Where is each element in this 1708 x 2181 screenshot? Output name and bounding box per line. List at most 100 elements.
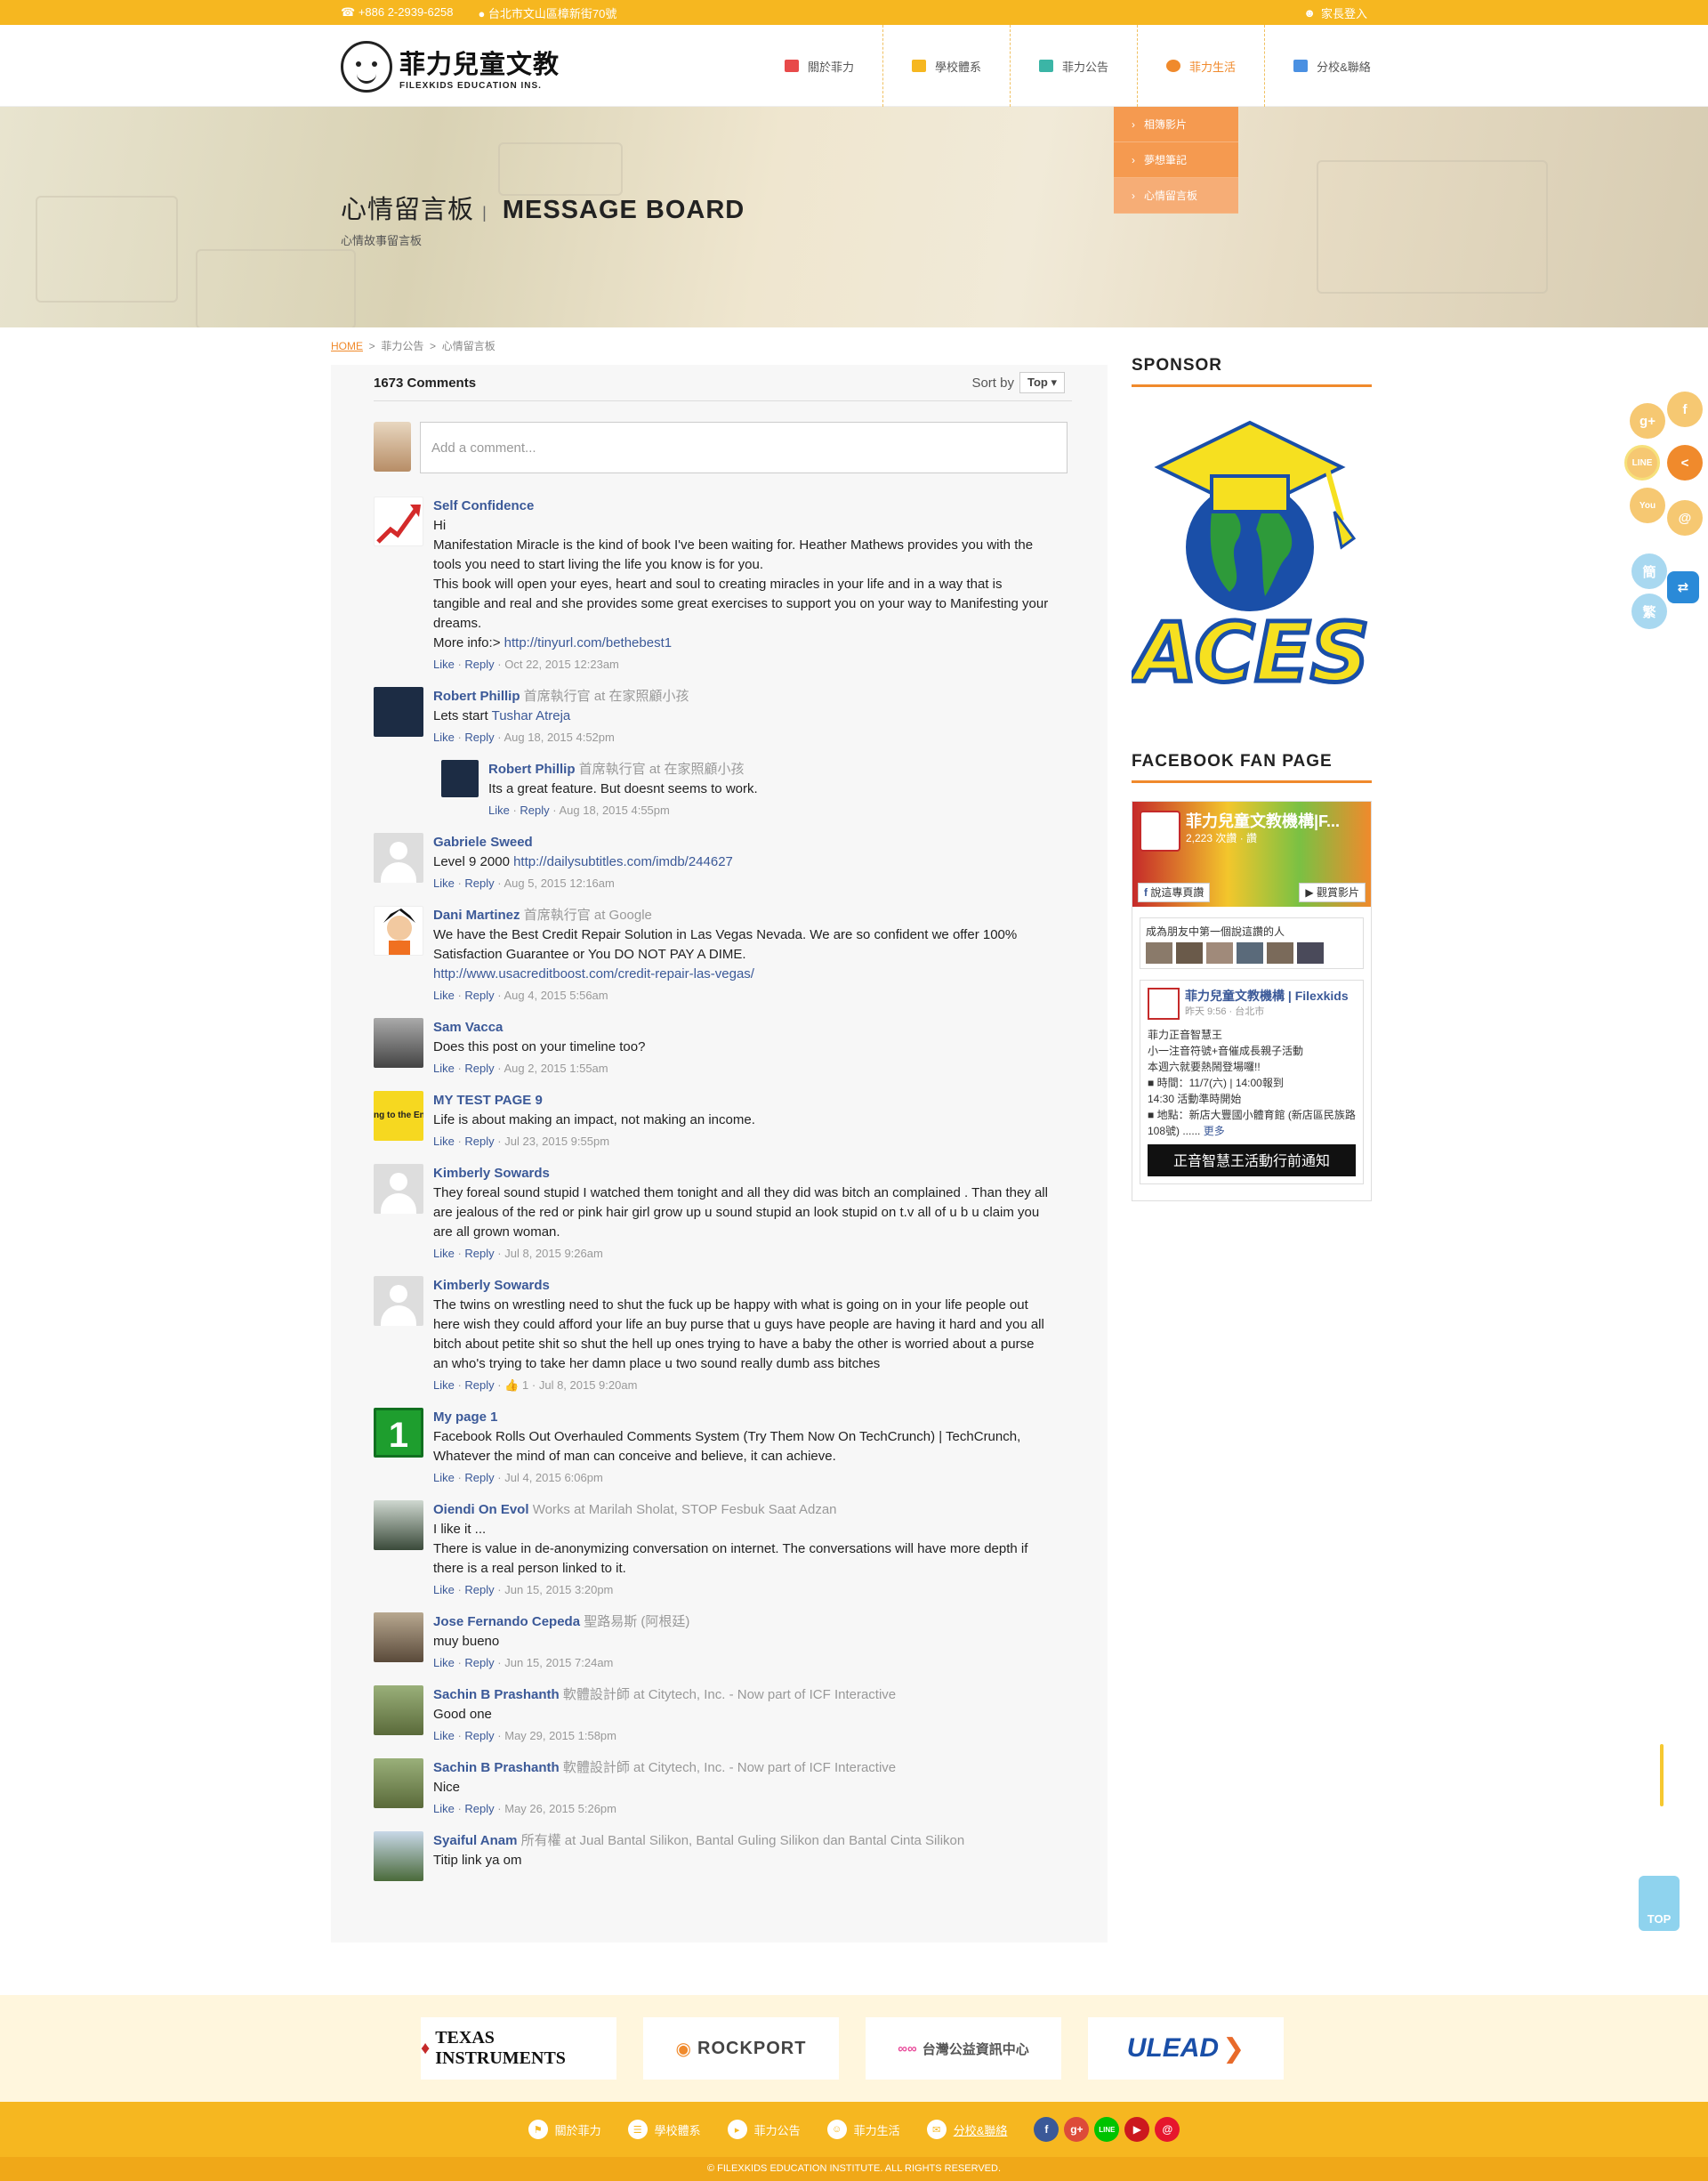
comment-author[interactable]: Gabriele Sweed (433, 833, 1050, 852)
aces-logo[interactable]: ACES (1126, 414, 1372, 716)
share-toggle-button[interactable]: < (1667, 445, 1703, 481)
fb-more-link[interactable]: 更多 (1204, 1125, 1225, 1137)
add-comment-input[interactable]: Add a comment... (420, 422, 1068, 473)
reply-link[interactable]: Reply (464, 1062, 494, 1075)
comment-item: Dani Martinez 首席執行官 at Google We have th… (374, 906, 1050, 1006)
reply-link[interactable]: Reply (520, 804, 549, 817)
google-plus-share-button[interactable]: g+ (1630, 403, 1665, 439)
avatar: 1 (374, 1408, 423, 1458)
lang-simplified-button[interactable]: 簡 (1631, 553, 1667, 589)
nav-schools[interactable]: 學校體系 (883, 25, 1011, 107)
reply-link[interactable]: Reply (464, 731, 494, 744)
back-to-top-button[interactable]: TOP (1639, 1876, 1680, 1931)
rockport-logo[interactable]: ◉ ROCKPORT (643, 2017, 839, 2080)
comment-author[interactable]: MY TEST PAGE 9 (433, 1091, 1050, 1111)
comment-date: May 26, 2015 5:26pm (504, 1802, 616, 1815)
avatar: ng to the En (374, 1091, 423, 1141)
comment-author[interactable]: Syaiful Anam (433, 1833, 517, 1848)
reply-link[interactable]: Reply (464, 1656, 494, 1669)
weibo-share-button[interactable]: @ (1667, 500, 1703, 536)
comment-author[interactable]: Sachin B Prashanth (433, 1687, 560, 1702)
like-link[interactable]: Like (433, 876, 455, 890)
line-link[interactable]: LINE (1094, 2117, 1120, 2142)
facebook-link[interactable]: f (1034, 2117, 1059, 2142)
reply-link[interactable]: Reply (464, 1583, 494, 1596)
comment-author[interactable]: Robert Phillip (488, 762, 576, 777)
breadcrumb-home[interactable]: HOME (331, 340, 363, 352)
avatar (374, 1164, 423, 1214)
like-link[interactable]: Like (433, 1802, 455, 1815)
sort-select[interactable]: Top ▾ (1019, 372, 1065, 393)
comment-author[interactable]: My page 1 (433, 1408, 1050, 1427)
lang-traditional-button[interactable]: 繁 (1631, 594, 1667, 629)
google-plus-link[interactable]: g+ (1064, 2117, 1090, 2142)
comment-author[interactable]: Sam Vacca (433, 1018, 1050, 1038)
texas-instruments-logo[interactable]: ♦ TEXAS INSTRUMENTS (421, 2017, 616, 2080)
nav-contact[interactable]: 分校&聯絡 (1265, 25, 1399, 107)
like-link[interactable]: Like (433, 1378, 455, 1392)
weibo-link[interactable]: @ (1155, 2117, 1180, 2142)
nav-label: 菲力公告 (1062, 60, 1109, 74)
footer-about[interactable]: ⚑ 關於菲力 (528, 2120, 601, 2139)
comment-item: Sam Vacca Does this post on your timelin… (374, 1018, 1050, 1078)
like-link[interactable]: Like (433, 658, 455, 671)
comment-link[interactable]: http://dailysubtitles.com/imdb/244627 (513, 854, 733, 869)
like-link[interactable]: Like (433, 1583, 455, 1596)
reply-link[interactable]: Reply (464, 876, 494, 890)
footer-contact[interactable]: ✉ 分校&聯絡 (926, 2120, 1007, 2139)
comment-author[interactable]: Kimberly Sowards (433, 1276, 1050, 1296)
like-link[interactable]: Like (433, 1062, 455, 1075)
parent-login-link[interactable]: ☻ 家長登入 (1303, 0, 1367, 25)
comment-link[interactable]: http://www.usacreditboost.com/credit-rep… (433, 966, 754, 981)
mention-link[interactable]: Tushar Atreja (492, 708, 571, 723)
reply-link[interactable]: Reply (464, 1471, 494, 1484)
dropdown-item-dream-notes[interactable]: › 夢想筆記 (1114, 142, 1238, 178)
youtube-link[interactable]: ▶ (1124, 2117, 1150, 2142)
nav-about[interactable]: 關於菲力 (756, 25, 884, 107)
fb-video-button[interactable]: ▶ 觀賞影片 (1299, 883, 1366, 902)
comment-author[interactable]: Sachin B Prashanth (433, 1760, 560, 1775)
facebook-share-button[interactable]: f (1667, 392, 1703, 427)
line-share-button[interactable]: LINE (1624, 445, 1660, 481)
like-link[interactable]: Like (433, 1729, 455, 1742)
like-link[interactable]: Like (433, 1656, 455, 1669)
comment-author[interactable]: Self Confidence (433, 497, 1050, 516)
fb-post-author[interactable]: 菲力兒童文教機構 | Filexkids (1185, 988, 1349, 1004)
like-link[interactable]: Like (433, 1135, 455, 1148)
reply-link[interactable]: Reply (464, 1378, 494, 1392)
npo-info-logo[interactable]: ∞∞ 台灣公益資訊中心 (866, 2017, 1061, 2080)
comment-author[interactable]: Robert Phillip (433, 689, 520, 704)
comment-link[interactable]: http://tinyurl.com/bethebest1 (504, 635, 672, 650)
like-link[interactable]: Like (433, 1471, 455, 1484)
reply-link[interactable]: Reply (464, 989, 494, 1002)
fb-like-button[interactable]: f 說這專頁讚 (1138, 883, 1211, 902)
reply-link[interactable]: Reply (464, 1247, 494, 1260)
footer-announcements[interactable]: ▸ 菲力公告 (727, 2120, 801, 2139)
comment-author[interactable]: Dani Martinez (433, 908, 520, 923)
like-link[interactable]: Like (433, 1247, 455, 1260)
fb-page-name[interactable]: 菲力兒童文教機構|F... (1186, 809, 1340, 832)
flag-icon (785, 60, 799, 72)
comment-author[interactable]: Kimberly Sowards (433, 1164, 1050, 1183)
nav-life[interactable]: 菲力生活 (1138, 25, 1266, 107)
nav-announcements[interactable]: 菲力公告 (1011, 25, 1139, 107)
footer-life[interactable]: ☺ 菲力生活 (826, 2120, 900, 2139)
footer-schools[interactable]: ☰ 學校體系 (627, 2120, 701, 2139)
breadcrumb-announcements[interactable]: 菲力公告 (381, 340, 423, 352)
ulead-logo[interactable]: ULEAD ❯ (1088, 2017, 1284, 2080)
reply-link[interactable]: Reply (464, 1729, 494, 1742)
comment-date: Aug 5, 2015 12:16am (504, 876, 615, 890)
dropdown-item-albums[interactable]: › 相簿影片 (1114, 107, 1238, 142)
reply-link[interactable]: Reply (464, 1135, 494, 1148)
lang-toggle-button[interactable]: ⇄ (1667, 571, 1699, 603)
youtube-share-button[interactable]: You (1630, 488, 1665, 523)
reply-link[interactable]: Reply (464, 1802, 494, 1815)
comment-author[interactable]: Jose Fernando Cepeda (433, 1614, 580, 1629)
like-link[interactable]: Like (488, 804, 510, 817)
reply-link[interactable]: Reply (464, 658, 494, 671)
comment-author[interactable]: Oiendi On Evol (433, 1502, 529, 1517)
site-logo[interactable]: 菲力兒童文教 FILEXKIDS EDUCATION INS. (341, 41, 560, 93)
like-link[interactable]: Like (433, 989, 455, 1002)
dropdown-item-message-board[interactable]: › 心情留言板 (1114, 178, 1238, 214)
like-link[interactable]: Like (433, 731, 455, 744)
